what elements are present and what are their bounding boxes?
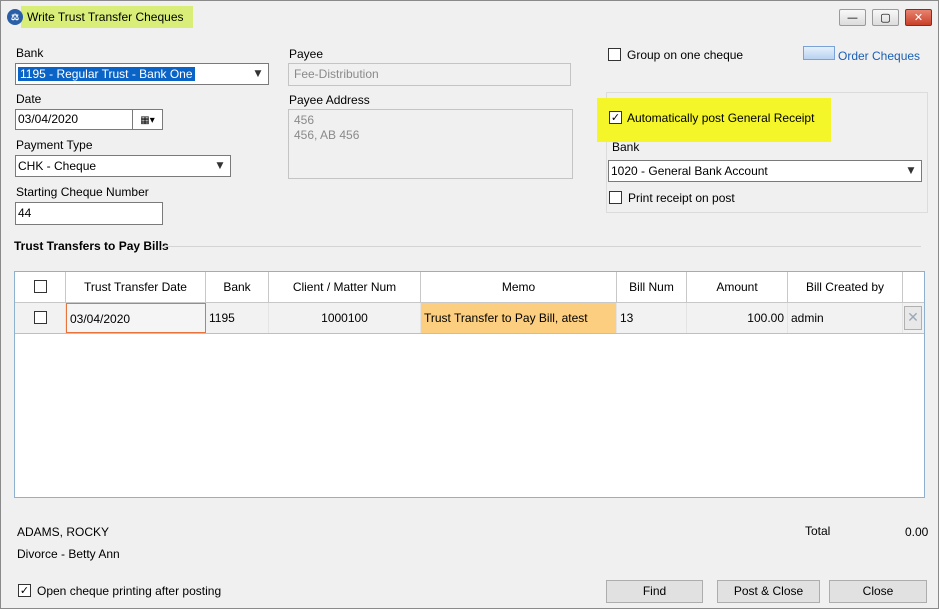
- calendar-button[interactable]: ▦▾: [132, 109, 163, 130]
- column-header-bill-num[interactable]: Bill Num: [617, 272, 687, 303]
- print-receipt-label: Print receipt on post: [628, 191, 735, 205]
- dialog-window: ⚖ Write Trust Transfer Cheques — ▢ ✕ Ban…: [0, 0, 939, 609]
- open-printing-checkbox[interactable]: ✓: [18, 584, 31, 597]
- column-header-created-by[interactable]: Bill Created by: [788, 272, 903, 303]
- section-title: Trust Transfers to Pay Bills: [14, 239, 169, 253]
- row-select-cell: [15, 303, 66, 333]
- close-icon: ✕: [907, 310, 919, 326]
- cell-date[interactable]: 03/04/2020: [66, 303, 206, 333]
- payment-type-value: CHK - Cheque: [18, 159, 97, 173]
- print-receipt-checkbox[interactable]: [609, 191, 622, 204]
- calendar-icon: ▦▾: [140, 115, 155, 126]
- column-header-date[interactable]: Trust Transfer Date: [66, 272, 206, 303]
- find-button[interactable]: Find: [606, 580, 703, 603]
- auto-post-checkbox[interactable]: ✓: [609, 111, 622, 124]
- table-row[interactable]: 03/04/2020 1195 1000100 Trust Transfer t…: [15, 303, 924, 334]
- column-header-actions: [903, 272, 924, 303]
- cell-created-by[interactable]: admin: [788, 303, 903, 333]
- starting-cheque-input[interactable]: 44: [15, 202, 163, 225]
- cell-memo[interactable]: Trust Transfer to Pay Bill, atest: [421, 303, 617, 333]
- receipt-bank-select[interactable]: 1020 - General Bank Account ▼: [608, 160, 922, 182]
- total-value: 0.00: [905, 525, 929, 539]
- bank-label: Bank: [16, 46, 44, 60]
- delete-row-button[interactable]: ✕: [904, 306, 922, 330]
- window-title: Write Trust Transfer Cheques: [27, 10, 184, 24]
- payment-type-label: Payment Type: [16, 138, 93, 152]
- payee-address-label: Payee Address: [289, 93, 370, 107]
- group-on-one-cheque-checkbox[interactable]: [608, 48, 621, 61]
- client-name: ADAMS, ROCKY: [17, 525, 110, 539]
- payee-address-textarea: 456 456, AB 456: [288, 109, 573, 179]
- group-on-one-cheque-label: Group on one cheque: [627, 48, 744, 62]
- chevron-down-icon: ▼: [907, 166, 915, 176]
- payee-input: Fee-Distribution: [288, 63, 571, 86]
- auto-post-label: Automatically post General Receipt: [627, 111, 815, 125]
- trust-transfers-grid[interactable]: Trust Transfer Date Bank Client / Matter…: [14, 271, 925, 498]
- payee-label: Payee: [289, 47, 324, 61]
- minimize-button[interactable]: —: [839, 9, 866, 26]
- column-header-amount[interactable]: Amount: [687, 272, 788, 303]
- select-all-cell: [15, 272, 66, 303]
- cell-bill-num[interactable]: 13: [617, 303, 687, 333]
- post-close-button[interactable]: Post & Close: [717, 580, 820, 603]
- chevron-down-icon: ▼: [254, 69, 262, 79]
- scales-icon: ⚖: [7, 9, 23, 25]
- column-header-memo[interactable]: Memo: [421, 272, 617, 303]
- cell-client-matter[interactable]: 1000100: [269, 303, 421, 333]
- payee-address-line2: 456, AB 456: [294, 128, 360, 142]
- section-divider: [161, 246, 921, 247]
- row-checkbox[interactable]: [34, 311, 47, 324]
- matter-description: Divorce - Betty Ann: [17, 547, 120, 561]
- select-all-checkbox[interactable]: [34, 280, 47, 293]
- order-cheques-link[interactable]: Order Cheques: [838, 49, 920, 63]
- total-label: Total: [805, 524, 831, 538]
- column-header-client-matter[interactable]: Client / Matter Num: [269, 272, 421, 303]
- cell-bank[interactable]: 1195: [206, 303, 269, 333]
- payee-address-line1: 456: [294, 113, 315, 127]
- open-printing-label: Open cheque printing after posting: [37, 584, 222, 598]
- cheque-book-icon[interactable]: [803, 46, 835, 60]
- payment-type-select[interactable]: CHK - Cheque ▼: [15, 155, 231, 177]
- chevron-down-icon: ▼: [216, 161, 224, 171]
- close-window-button[interactable]: ✕: [905, 9, 932, 26]
- date-input[interactable]: 03/04/2020: [15, 109, 133, 130]
- close-button[interactable]: Close: [829, 580, 927, 603]
- receipt-bank-label: Bank: [612, 140, 640, 154]
- bank-select-value: 1195 - Regular Trust - Bank One: [18, 67, 195, 81]
- grid-header: Trust Transfer Date Bank Client / Matter…: [15, 272, 924, 303]
- date-label: Date: [16, 92, 42, 106]
- receipt-bank-value: 1020 - General Bank Account: [611, 164, 768, 178]
- maximize-button[interactable]: ▢: [872, 9, 899, 26]
- column-header-bank[interactable]: Bank: [206, 272, 269, 303]
- cell-amount[interactable]: 100.00: [687, 303, 788, 333]
- bank-select[interactable]: 1195 - Regular Trust - Bank One ▼: [15, 63, 269, 85]
- starting-cheque-label: Starting Cheque Number: [16, 185, 149, 199]
- title-bar[interactable]: ⚖ Write Trust Transfer Cheques — ▢ ✕: [1, 1, 938, 33]
